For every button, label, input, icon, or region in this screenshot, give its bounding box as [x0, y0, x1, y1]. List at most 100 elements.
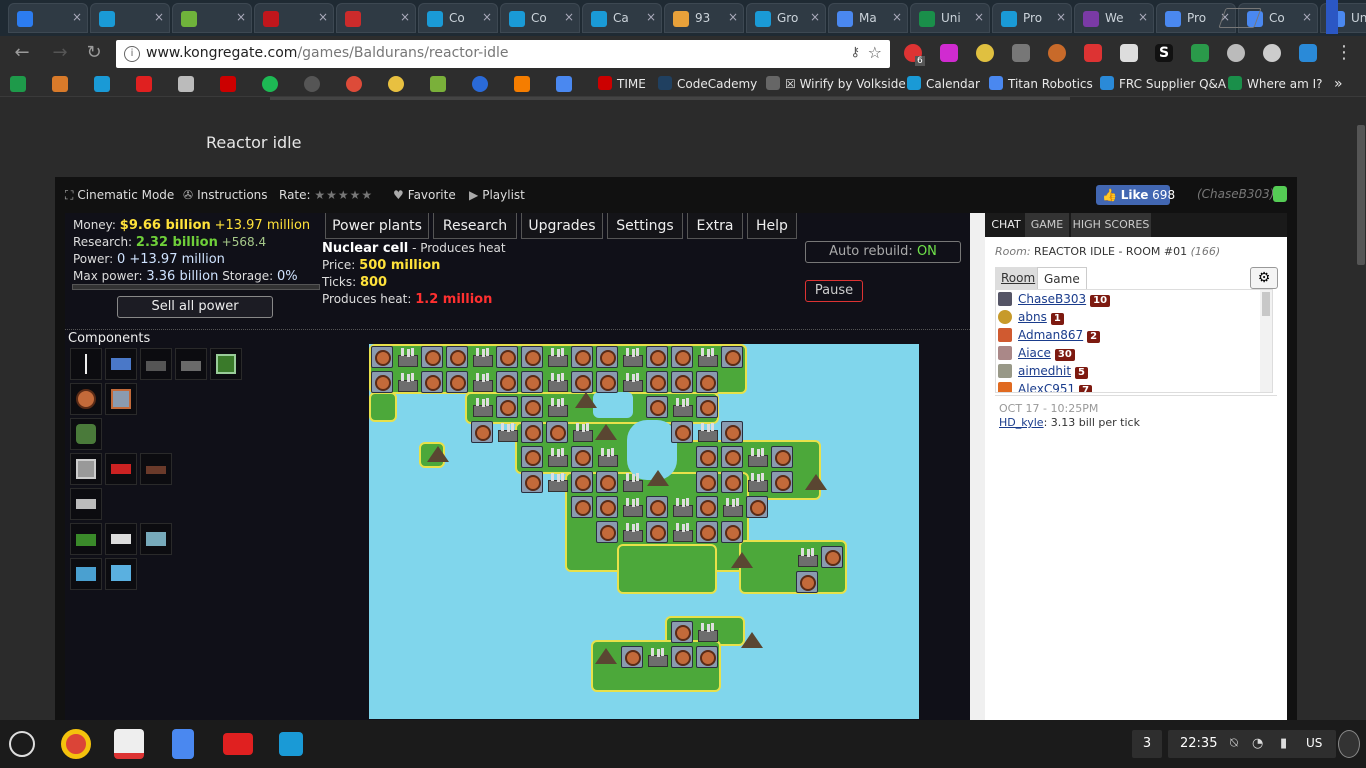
reactor-cell-tile[interactable] — [671, 646, 693, 668]
browser-tab[interactable]: 93 × — [664, 3, 744, 33]
reactor-cell-tile[interactable] — [671, 621, 693, 643]
menu-help[interactable]: Help — [747, 213, 797, 239]
reactor-cell-tile[interactable] — [521, 371, 543, 393]
user-list-scrollbar[interactable] — [1260, 290, 1272, 392]
spartan-bookmark-icon[interactable] — [94, 76, 110, 92]
game-canvas[interactable]: Money: $9.66 billion +13.97 million Rese… — [65, 213, 970, 720]
reactor-cell-tile[interactable] — [371, 346, 393, 368]
settings-app-icon[interactable] — [279, 732, 303, 756]
tab-close-icon[interactable]: × — [892, 10, 902, 24]
reactor-cell-tile[interactable] — [371, 371, 393, 393]
rating[interactable]: Rate: ★★★★★ — [279, 188, 373, 202]
extension-icon[interactable] — [1263, 44, 1281, 62]
tab-close-icon[interactable]: × — [728, 10, 738, 24]
favorite-button[interactable]: ♥ Favorite — [393, 188, 456, 202]
room-subtab[interactable]: Room — [995, 267, 1042, 289]
reactor-cell-tile[interactable] — [696, 471, 718, 493]
pause-button[interactable]: Pause — [805, 280, 863, 302]
reactor-cell-tile[interactable] — [721, 521, 743, 543]
component-heat-sink[interactable] — [70, 453, 102, 485]
leaf-bookmark-icon[interactable] — [430, 76, 446, 92]
tab-close-icon[interactable]: × — [400, 10, 410, 24]
reactor-cell-tile[interactable] — [646, 346, 668, 368]
tab-close-icon[interactable]: × — [646, 10, 656, 24]
power-plant-tile[interactable] — [721, 496, 743, 518]
reactor-cell-tile[interactable] — [796, 571, 818, 593]
browser-tab[interactable]: Ca × — [582, 3, 662, 33]
back-icon[interactable]: ← — [10, 41, 34, 65]
component-large-generator[interactable] — [105, 558, 137, 590]
user-name[interactable]: Aiace — [1018, 346, 1051, 360]
reactor-cell-tile[interactable] — [671, 421, 693, 443]
reactor-cell-tile[interactable] — [471, 421, 493, 443]
tab-close-icon[interactable]: × — [810, 10, 820, 24]
auto-rebuild-toggle[interactable]: Auto rebuild: ON — [805, 241, 961, 263]
gmail-app-icon[interactable] — [114, 729, 144, 759]
reactor-cell-tile[interactable] — [596, 521, 618, 543]
reactor-cell-tile[interactable] — [746, 496, 768, 518]
reactor-cell-tile[interactable] — [571, 371, 593, 393]
reactor-cell-tile[interactable] — [646, 521, 668, 543]
power-plant-tile[interactable] — [396, 371, 418, 393]
reactor-cell-tile[interactable] — [596, 346, 618, 368]
reactor-cell-tile[interactable] — [821, 546, 843, 568]
power-plant-tile[interactable] — [571, 421, 593, 443]
menu-settings[interactable]: Settings — [607, 213, 683, 239]
browser-tab[interactable]: × — [254, 3, 334, 33]
reactor-cell-tile[interactable] — [671, 346, 693, 368]
power-plant-tile[interactable] — [471, 396, 493, 418]
reactor-cell-tile[interactable] — [521, 396, 543, 418]
component-nuclear-cell[interactable] — [105, 383, 137, 415]
power-plant-tile[interactable] — [546, 346, 568, 368]
power-plant-tile[interactable] — [546, 471, 568, 493]
user-entry[interactable]: ChaseB303 10 — [998, 292, 1111, 310]
cinematic-mode-button[interactable]: ⛶ Cinematic Mode — [65, 188, 174, 203]
power-plant-tile[interactable] — [471, 346, 493, 368]
bookmark-frc-qa[interactable]: FRC Supplier Q&A — [1100, 75, 1226, 93]
component-battery[interactable] — [70, 488, 102, 520]
reactor-cell-tile[interactable] — [571, 471, 593, 493]
tab-close-icon[interactable]: × — [564, 10, 574, 24]
user-entry[interactable]: aimedhit 5 — [998, 364, 1088, 382]
user-entry[interactable]: Aiace 30 — [998, 346, 1075, 364]
document-icon[interactable] — [1120, 44, 1138, 62]
power-plant-tile[interactable] — [471, 371, 493, 393]
menu-icon[interactable]: ⋮ — [1332, 41, 1356, 65]
power-plant-tile[interactable] — [696, 346, 718, 368]
new-tab-button[interactable] — [1218, 8, 1262, 28]
power-plant-tile[interactable] — [621, 371, 643, 393]
component-windmill[interactable] — [70, 348, 102, 380]
bookmark-icon[interactable] — [304, 76, 320, 92]
high-scores-tab[interactable]: HIGH SCORES — [1071, 213, 1151, 237]
power-plant-tile[interactable] — [746, 446, 768, 468]
tab-close-icon[interactable]: × — [974, 10, 984, 24]
power-plant-tile[interactable] — [671, 396, 693, 418]
info-icon[interactable]: i — [124, 46, 140, 62]
reactor-cell-tile[interactable] — [421, 371, 443, 393]
bookmark-where-am-i[interactable]: Where am I? — [1228, 75, 1323, 93]
reactor-cell-tile[interactable] — [521, 421, 543, 443]
component-office[interactable] — [70, 523, 102, 555]
tab-close-icon[interactable]: × — [318, 10, 328, 24]
docs-app-icon[interactable] — [172, 729, 194, 759]
playlist-button[interactable]: ▶ Playlist — [469, 188, 525, 202]
extension-m-icon[interactable] — [1227, 44, 1245, 62]
user-name[interactable]: AlexC951 — [1018, 382, 1075, 392]
power-plant-tile[interactable] — [621, 346, 643, 368]
power-plant-tile[interactable] — [646, 646, 668, 668]
reactor-cell-tile[interactable] — [521, 446, 543, 468]
reactor-cell-tile[interactable] — [596, 371, 618, 393]
power-plant-tile[interactable] — [696, 621, 718, 643]
reactor-cell-tile[interactable] — [771, 471, 793, 493]
facebook-like-button[interactable]: 👍 Like 698 — [1096, 185, 1175, 205]
reactor-cell-tile[interactable] — [696, 396, 718, 418]
power-plant-tile[interactable] — [596, 446, 618, 468]
browser-tab[interactable]: Gro × — [746, 3, 826, 33]
spotify-bookmark-icon[interactable] — [262, 76, 278, 92]
blogger-bookmark-icon[interactable] — [514, 76, 530, 92]
browser-tab[interactable]: We × — [1074, 3, 1154, 33]
bookmark-icon[interactable] — [178, 76, 194, 92]
reactor-cell-tile[interactable] — [646, 371, 668, 393]
rating-stars[interactable]: ★★★★★ — [314, 188, 373, 202]
browser-tab[interactable]: × — [336, 3, 416, 33]
